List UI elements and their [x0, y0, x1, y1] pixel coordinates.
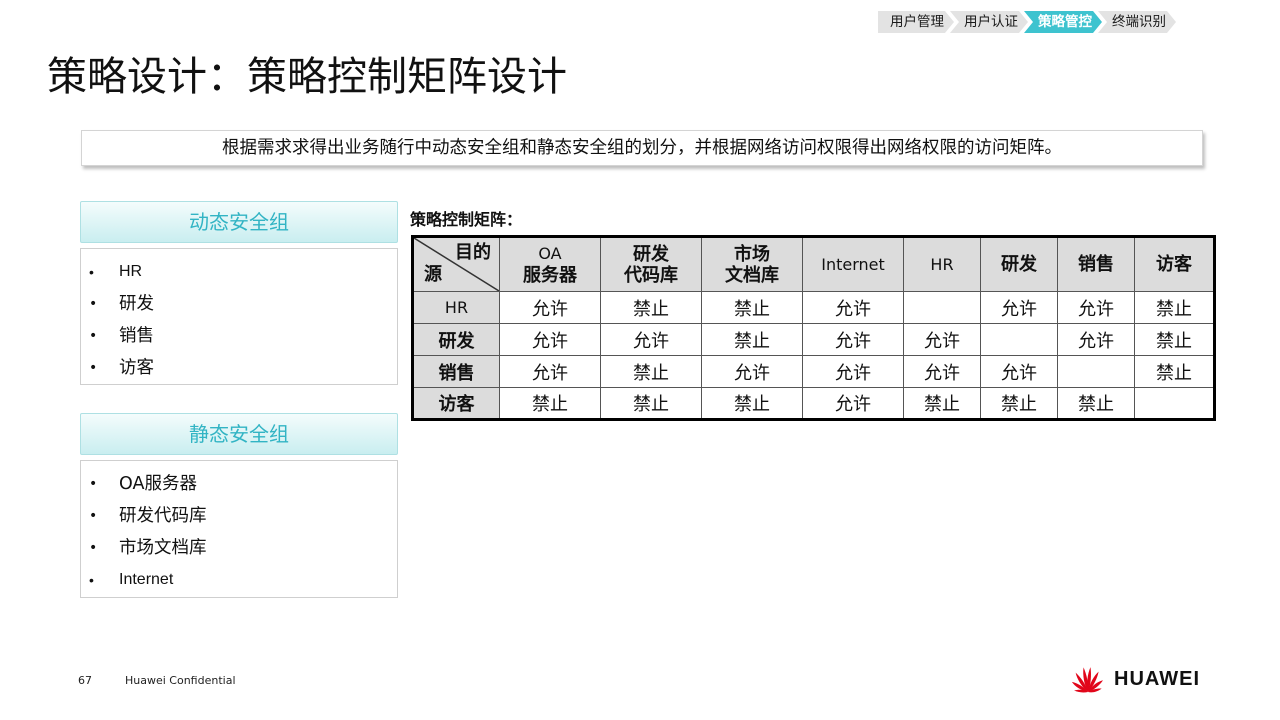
matrix-cell: 允许 [1057, 323, 1135, 356]
column-header: 研发 代码库 [600, 236, 702, 292]
matrix-cell [980, 323, 1058, 356]
list-item: 市场文档库 [89, 532, 397, 564]
breadcrumb-item-terminal-id[interactable]: 终端识别 [1098, 11, 1176, 33]
matrix-cell: 禁止 [499, 387, 601, 420]
breadcrumb: 用户管理 用户认证 策略管控 终端识别 [878, 11, 1176, 33]
page-number: 67 [78, 674, 92, 687]
matrix-cell: 允许 [499, 291, 601, 324]
policy-matrix-table: 目的 源 OA 服务器 研发 代码库 市场 文档库 Internet HR 研发… [411, 235, 1216, 421]
matrix-cell: 允许 [1057, 291, 1135, 324]
matrix-cell: 允许 [980, 355, 1058, 388]
column-header-line: 服务器 [523, 264, 577, 286]
matrix-cell: 允许 [980, 291, 1058, 324]
table-row: 访客 禁止 禁止 禁止 允许 禁止 禁止 禁止 [412, 387, 1215, 420]
list-item: 销售 [89, 320, 397, 352]
matrix-cell: 允许 [903, 355, 981, 388]
static-group-list: OA服务器 研发代码库 市场文档库 Internet [80, 460, 398, 598]
matrix-cell: 禁止 [1134, 355, 1215, 388]
column-header-line: 文档库 [725, 264, 779, 286]
matrix-cell: 允许 [701, 355, 803, 388]
table-row: 研发 允许 允许 禁止 允许 允许 允许 禁止 [412, 323, 1215, 356]
matrix-cell: 禁止 [1134, 291, 1215, 324]
table-row: 销售 允许 禁止 允许 允许 允许 允许 禁止 [412, 355, 1215, 388]
breadcrumb-item-policy-control[interactable]: 策略管控 [1024, 11, 1102, 33]
column-header-line: 代码库 [624, 264, 678, 286]
summary-box: 根据需求求得出业务随行中动态安全组和静态安全组的划分，并根据网络访问权限得出网络… [81, 130, 1203, 166]
matrix-cell: 禁止 [600, 387, 702, 420]
breadcrumb-item-user-management[interactable]: 用户管理 [878, 11, 954, 33]
table-row: HR 允许 禁止 禁止 允许 允许 允许 禁止 [412, 291, 1215, 324]
matrix-cell: 允许 [802, 387, 904, 420]
matrix-cell: 允许 [600, 323, 702, 356]
row-source: 销售 [412, 355, 500, 388]
corner-source-label: 源 [424, 264, 442, 285]
column-header: OA 服务器 [499, 236, 601, 292]
brand-wordmark: HUAWEI [1114, 667, 1200, 690]
list-item: OA服务器 [89, 468, 397, 500]
matrix-cell: 禁止 [903, 387, 981, 420]
matrix-cell: 禁止 [600, 291, 702, 324]
column-header: 销售 [1057, 236, 1135, 292]
matrix-cell: 禁止 [1134, 323, 1215, 356]
column-header-line: 市场 [734, 243, 770, 265]
matrix-cell [903, 291, 981, 324]
list-item: Internet [89, 564, 397, 596]
column-header: 访客 [1134, 236, 1215, 292]
matrix-cell [1134, 387, 1215, 420]
matrix-cell: 禁止 [701, 387, 803, 420]
matrix-cell: 允许 [499, 355, 601, 388]
breadcrumb-item-user-auth[interactable]: 用户认证 [950, 11, 1028, 33]
static-group-header: 静态安全组 [80, 413, 398, 455]
confidential-label: Huawei Confidential [125, 674, 236, 687]
matrix-cell: 允许 [802, 355, 904, 388]
matrix-cell [1057, 355, 1135, 388]
matrix-cell: 禁止 [980, 387, 1058, 420]
list-item: 访客 [89, 352, 397, 384]
dynamic-group-list: HR 研发 销售 访客 [80, 248, 398, 385]
matrix-header-row: 目的 源 OA 服务器 研发 代码库 市场 文档库 Internet HR 研发… [412, 236, 1215, 292]
column-header: 市场 文档库 [701, 236, 803, 292]
dynamic-group-header: 动态安全组 [80, 201, 398, 243]
column-header-line: OA [538, 243, 562, 263]
matrix-corner-cell: 目的 源 [412, 236, 500, 292]
page-title: 策略设计：策略控制矩阵设计 [47, 54, 567, 100]
row-source: 研发 [412, 323, 500, 356]
column-header: HR [903, 236, 981, 292]
list-item: 研发 [89, 288, 397, 320]
matrix-cell: 禁止 [701, 291, 803, 324]
matrix-cell: 允许 [499, 323, 601, 356]
list-item: HR [89, 256, 397, 288]
matrix-cell: 禁止 [701, 323, 803, 356]
row-source: HR [412, 291, 500, 324]
list-item: 研发代码库 [89, 500, 397, 532]
matrix-cell: 允许 [802, 323, 904, 356]
huawei-flower-icon [1071, 667, 1103, 693]
matrix-cell: 允许 [802, 291, 904, 324]
matrix-cell: 禁止 [600, 355, 702, 388]
row-source: 访客 [412, 387, 500, 420]
matrix-title: 策略控制矩阵： [410, 210, 523, 229]
column-header-line: 研发 [633, 243, 669, 265]
matrix-cell: 允许 [903, 323, 981, 356]
column-header: 研发 [980, 236, 1058, 292]
matrix-cell: 禁止 [1057, 387, 1135, 420]
huawei-logo: HUAWEI [1068, 664, 1200, 694]
column-header: Internet [802, 236, 904, 292]
corner-dest-label: 目的 [455, 242, 491, 263]
